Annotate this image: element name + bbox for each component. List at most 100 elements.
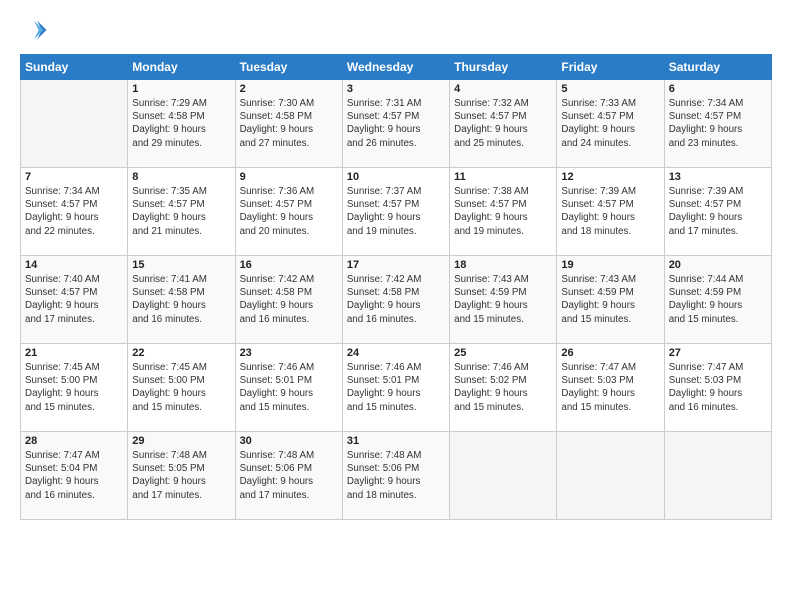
calendar-week: 14Sunrise: 7:40 AMSunset: 4:57 PMDayligh… (21, 256, 772, 344)
calendar-cell: 10 Sunrise: 7:37 AMSunset: 4:57 PMDayligh… (342, 168, 449, 256)
calendar-cell: 20 Sunrise: 7:44 AMSunset: 4:59 PMDayligh… (664, 256, 771, 344)
calendar-week: 7 Sunrise: 7:34 AMSunset: 4:57 PMDaylight… (21, 168, 772, 256)
day-number: 6 (669, 83, 767, 95)
day-info: Sunrise: 7:37 AMSunset: 4:57 PMDaylight:… (347, 185, 445, 238)
day-info: Sunrise: 7:42 AMSunset: 4:58 PMDaylight:… (347, 273, 445, 326)
calendar-cell: 12 Sunrise: 7:39 AMSunset: 4:57 PMDayligh… (557, 168, 664, 256)
calendar-cell: 11 Sunrise: 7:38 AMSunset: 4:57 PMDayligh… (450, 168, 557, 256)
day-info: Sunrise: 7:34 AMSunset: 4:57 PMDaylight:… (669, 97, 767, 150)
day-number: 29 (132, 435, 230, 447)
day-info: Sunrise: 7:34 AMSunset: 4:57 PMDaylight:… (25, 185, 123, 238)
calendar-cell: 17 Sunrise: 7:42 AMSunset: 4:58 PMDayligh… (342, 256, 449, 344)
day-info: Sunrise: 7:41 AMSunset: 4:58 PMDaylight:… (132, 273, 230, 326)
day-info: Sunrise: 7:44 AMSunset: 4:59 PMDaylight:… (669, 273, 767, 326)
day-number: 27 (669, 347, 767, 359)
day-number: 20 (669, 259, 767, 271)
logo (20, 16, 52, 44)
calendar-cell: 6 Sunrise: 7:34 AMSunset: 4:57 PMDaylight… (664, 80, 771, 168)
day-number: 18 (454, 259, 552, 271)
day-info: Sunrise: 7:32 AMSunset: 4:57 PMDaylight:… (454, 97, 552, 150)
calendar-cell: 21 Sunrise: 7:45 AMSunset: 5:00 PMDayligh… (21, 344, 128, 432)
day-info: Sunrise: 7:38 AMSunset: 4:57 PMDaylight:… (454, 185, 552, 238)
day-number: 21 (25, 347, 123, 359)
calendar-header: SundayMondayTuesdayWednesdayThursdayFrid… (21, 55, 772, 80)
day-number: 23 (240, 347, 338, 359)
weekday-header: Tuesday (235, 55, 342, 80)
day-number: 11 (454, 171, 552, 183)
calendar: SundayMondayTuesdayWednesdayThursdayFrid… (20, 54, 772, 520)
day-number: 3 (347, 83, 445, 95)
calendar-cell: 15 Sunrise: 7:41 AMSunset: 4:58 PMDayligh… (128, 256, 235, 344)
weekday-header: Friday (557, 55, 664, 80)
calendar-cell: 25Sunrise: 7:46 AMSunset: 5:02 PMDayligh… (450, 344, 557, 432)
day-number: 13 (669, 171, 767, 183)
calendar-cell: 31 Sunrise: 7:48 AMSunset: 5:06 PMDayligh… (342, 432, 449, 520)
page: SundayMondayTuesdayWednesdayThursdayFrid… (0, 0, 792, 612)
day-number: 30 (240, 435, 338, 447)
day-number: 17 (347, 259, 445, 271)
day-info: Sunrise: 7:45 AMSunset: 5:00 PMDaylight:… (132, 361, 230, 414)
day-info: Sunrise: 7:33 AMSunset: 4:57 PMDaylight:… (561, 97, 659, 150)
calendar-cell: 4 Sunrise: 7:32 AMSunset: 4:57 PMDaylight… (450, 80, 557, 168)
calendar-week: 28Sunrise: 7:47 AMSunset: 5:04 PMDayligh… (21, 432, 772, 520)
day-number: 16 (240, 259, 338, 271)
day-number: 4 (454, 83, 552, 95)
day-number: 10 (347, 171, 445, 183)
day-number: 19 (561, 259, 659, 271)
day-number: 15 (132, 259, 230, 271)
calendar-week: 1Sunrise: 7:29 AMSunset: 4:58 PMDaylight… (21, 80, 772, 168)
day-number: 12 (561, 171, 659, 183)
day-number: 14 (25, 259, 123, 271)
calendar-cell: 30Sunrise: 7:48 AMSunset: 5:06 PMDayligh… (235, 432, 342, 520)
calendar-cell (557, 432, 664, 520)
day-info: Sunrise: 7:47 AMSunset: 5:03 PMDaylight:… (561, 361, 659, 414)
day-number: 31 (347, 435, 445, 447)
calendar-cell: 3 Sunrise: 7:31 AMSunset: 4:57 PMDaylight… (342, 80, 449, 168)
day-info: Sunrise: 7:42 AMSunset: 4:58 PMDaylight:… (240, 273, 338, 326)
day-info: Sunrise: 7:31 AMSunset: 4:57 PMDaylight:… (347, 97, 445, 150)
weekday-header: Thursday (450, 55, 557, 80)
day-info: Sunrise: 7:47 AMSunset: 5:03 PMDaylight:… (669, 361, 767, 414)
calendar-cell: 27 Sunrise: 7:47 AMSunset: 5:03 PMDayligh… (664, 344, 771, 432)
weekday-header: Sunday (21, 55, 128, 80)
day-number: 22 (132, 347, 230, 359)
weekday-header: Saturday (664, 55, 771, 80)
calendar-cell: 28Sunrise: 7:47 AMSunset: 5:04 PMDayligh… (21, 432, 128, 520)
day-info: Sunrise: 7:39 AMSunset: 4:57 PMDaylight:… (669, 185, 767, 238)
calendar-cell (450, 432, 557, 520)
day-info: Sunrise: 7:43 AMSunset: 4:59 PMDaylight:… (561, 273, 659, 326)
calendar-cell: 29Sunrise: 7:48 AMSunset: 5:05 PMDayligh… (128, 432, 235, 520)
weekday-row: SundayMondayTuesdayWednesdayThursdayFrid… (21, 55, 772, 80)
calendar-cell: 7 Sunrise: 7:34 AMSunset: 4:57 PMDaylight… (21, 168, 128, 256)
day-number: 9 (240, 171, 338, 183)
weekday-header: Monday (128, 55, 235, 80)
day-info: Sunrise: 7:30 AMSunset: 4:58 PMDaylight:… (240, 97, 338, 150)
day-info: Sunrise: 7:46 AMSunset: 5:02 PMDaylight:… (454, 361, 552, 414)
day-info: Sunrise: 7:45 AMSunset: 5:00 PMDaylight:… (25, 361, 123, 414)
day-number: 5 (561, 83, 659, 95)
day-number: 2 (240, 83, 338, 95)
day-info: Sunrise: 7:36 AMSunset: 4:57 PMDaylight:… (240, 185, 338, 238)
calendar-cell: 9 Sunrise: 7:36 AMSunset: 4:57 PMDaylight… (235, 168, 342, 256)
calendar-cell: 23 Sunrise: 7:46 AMSunset: 5:01 PMDayligh… (235, 344, 342, 432)
day-info: Sunrise: 7:39 AMSunset: 4:57 PMDaylight:… (561, 185, 659, 238)
day-info: Sunrise: 7:47 AMSunset: 5:04 PMDaylight:… (25, 449, 123, 502)
calendar-cell: 26Sunrise: 7:47 AMSunset: 5:03 PMDayligh… (557, 344, 664, 432)
day-info: Sunrise: 7:43 AMSunset: 4:59 PMDaylight:… (454, 273, 552, 326)
calendar-body: 1Sunrise: 7:29 AMSunset: 4:58 PMDaylight… (21, 80, 772, 520)
day-number: 7 (25, 171, 123, 183)
day-info: Sunrise: 7:46 AMSunset: 5:01 PMDaylight:… (347, 361, 445, 414)
day-number: 8 (132, 171, 230, 183)
calendar-cell: 1Sunrise: 7:29 AMSunset: 4:58 PMDaylight… (128, 80, 235, 168)
calendar-week: 21 Sunrise: 7:45 AMSunset: 5:00 PMDayligh… (21, 344, 772, 432)
logo-icon (20, 16, 48, 44)
calendar-cell (664, 432, 771, 520)
calendar-cell: 14Sunrise: 7:40 AMSunset: 4:57 PMDayligh… (21, 256, 128, 344)
calendar-cell: 18 Sunrise: 7:43 AMSunset: 4:59 PMDayligh… (450, 256, 557, 344)
day-info: Sunrise: 7:35 AMSunset: 4:57 PMDaylight:… (132, 185, 230, 238)
day-info: Sunrise: 7:46 AMSunset: 5:01 PMDaylight:… (240, 361, 338, 414)
weekday-header: Wednesday (342, 55, 449, 80)
calendar-cell: 16 Sunrise: 7:42 AMSunset: 4:58 PMDayligh… (235, 256, 342, 344)
calendar-cell (21, 80, 128, 168)
day-info: Sunrise: 7:48 AMSunset: 5:06 PMDaylight:… (347, 449, 445, 502)
